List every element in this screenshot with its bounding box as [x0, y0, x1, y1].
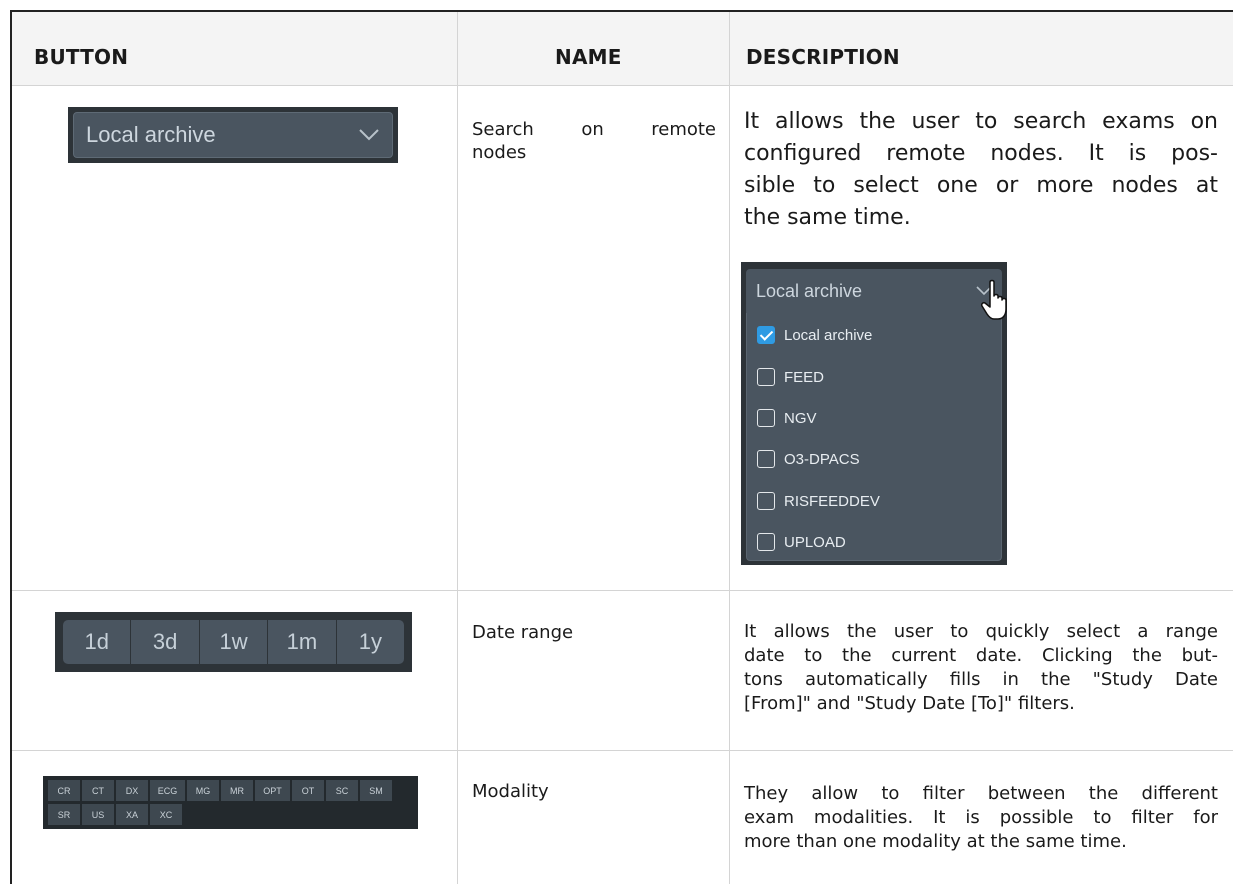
checkbox-icon[interactable]	[757, 368, 775, 386]
column-divider-1	[457, 12, 458, 884]
modality-sc-button[interactable]: SC	[326, 780, 358, 801]
modality-cr-button[interactable]: CR	[48, 780, 80, 801]
node-option[interactable]: RISFEEDDEV	[757, 486, 880, 516]
desc-line: the same time.	[744, 205, 911, 230]
name-line: Search on remote	[472, 119, 716, 140]
desc-line: date to the current date. Clicking the b…	[744, 645, 1218, 666]
dropdown-selected-label: Local archive	[86, 122, 216, 147]
row2-name: Date range	[472, 621, 716, 644]
header-button: BUTTON	[34, 45, 129, 69]
modality-xa-button[interactable]: XA	[116, 804, 148, 825]
desc-line: tons automatically fills in the "Study D…	[744, 669, 1218, 690]
node-option-label: Local archive	[784, 326, 873, 344]
date-range-1w-button[interactable]: 1w	[199, 620, 269, 664]
header-description: DESCRIPTION	[746, 45, 900, 69]
name-line: Modality	[472, 781, 549, 802]
row1-description: It allows the user to search exams on co…	[744, 106, 1218, 234]
modality-ot-button[interactable]: OT	[292, 780, 324, 801]
modality-ecg-button[interactable]: ECG	[150, 780, 185, 801]
node-option-label: UPLOAD	[784, 533, 846, 551]
checkbox-icon[interactable]	[757, 409, 775, 427]
header-name: NAME	[555, 45, 622, 69]
node-option[interactable]: FEED	[757, 362, 824, 392]
node-option-label: FEED	[784, 368, 825, 386]
desc-line: It allows the user to search exams on	[744, 109, 1218, 134]
modality-mr-button[interactable]: MR	[221, 780, 253, 801]
modality-sr-button[interactable]: SR	[48, 804, 80, 825]
desc-line: sible to select one or more nodes at	[744, 173, 1218, 198]
desc-line: exam modalities. It is possible to filte…	[744, 807, 1218, 828]
modality-us-button[interactable]: US	[82, 804, 114, 825]
date-range-3d-button[interactable]: 3d	[131, 620, 200, 664]
row-divider-header	[12, 85, 1233, 86]
row3-name: Modality	[472, 780, 716, 803]
date-range-1y-button[interactable]: 1y	[336, 620, 405, 664]
remote-nodes-dropdown[interactable]: Local archive	[68, 107, 398, 163]
row3-description: They allow to filter between the differe…	[744, 782, 1218, 854]
node-option-label: NGV	[784, 409, 817, 427]
name-line: Date range	[472, 622, 574, 643]
hand-pointer-icon	[981, 279, 1007, 320]
checkbox-icon[interactable]	[757, 533, 775, 551]
date-range-buttons: 1d 3d 1w 1m 1y	[55, 612, 412, 672]
modality-buttons: CR CT DX ECG MG MR OPT OT SC SM SR US XA…	[43, 776, 418, 829]
date-range-1d-button[interactable]: 1d	[63, 620, 132, 664]
row1-name: Search on remote nodes	[472, 118, 716, 164]
row-divider-2	[12, 750, 1233, 751]
node-option-label: RISFEEDDEV	[784, 492, 880, 510]
column-divider-2	[729, 12, 730, 884]
row-divider-1	[12, 590, 1233, 591]
popup-selected-label: Local archive	[756, 280, 863, 301]
checkbox-icon[interactable]	[757, 492, 775, 510]
desc-line: [From]" and "Study Date [To]" filters.	[744, 693, 1075, 714]
popup-dropdown-header[interactable]: Local archive	[746, 269, 1002, 313]
modality-xc-button[interactable]: XC	[150, 804, 182, 825]
checkbox-checked-icon[interactable]	[757, 326, 775, 344]
name-line: nodes	[472, 142, 527, 163]
desc-line: more than one modality at the same time.	[744, 831, 1127, 852]
checkbox-icon[interactable]	[757, 450, 775, 468]
desc-line: configured remote nodes. It is pos-	[744, 141, 1218, 166]
node-option[interactable]: NGV	[757, 403, 817, 433]
modality-ct-button[interactable]: CT	[82, 780, 114, 801]
node-option-label: O3-DPACS	[784, 450, 860, 468]
table-top-border	[10, 10, 1233, 12]
popup-options-list: Local archive FEED NGV O3-DPACS RISFEEDD…	[746, 313, 1002, 561]
table-left-border	[10, 10, 12, 884]
node-option[interactable]: Local archive	[757, 320, 872, 350]
modality-opt-button[interactable]: OPT	[255, 780, 290, 801]
node-option[interactable]: O3-DPACS	[757, 444, 860, 474]
node-option[interactable]: UPLOAD	[757, 527, 846, 557]
desc-line: It allows the user to quickly select a r…	[744, 621, 1218, 642]
modality-dx-button[interactable]: DX	[116, 780, 148, 801]
chevron-down-icon	[359, 129, 379, 141]
row2-description: It allows the user to quickly select a r…	[744, 620, 1218, 716]
documentation-table: BUTTON NAME DESCRIPTION Local archive Se…	[0, 0, 1233, 884]
modality-mg-button[interactable]: MG	[187, 780, 219, 801]
date-range-1m-button[interactable]: 1m	[268, 620, 337, 664]
remote-nodes-popup-screenshot: Local archive Local archive FEED NGV O3-…	[741, 262, 1007, 565]
desc-line: They allow to filter between the differe…	[744, 783, 1218, 804]
modality-sm-button[interactable]: SM	[360, 780, 392, 801]
